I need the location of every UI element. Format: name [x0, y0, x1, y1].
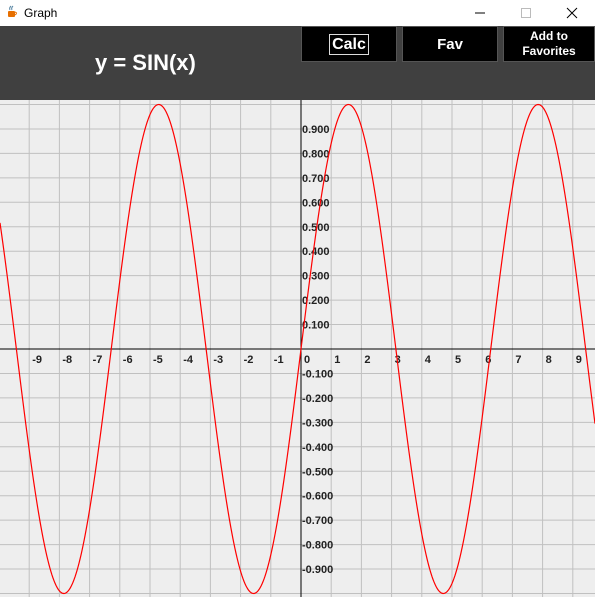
close-button[interactable]	[549, 0, 595, 26]
minimize-icon	[475, 12, 485, 14]
window-title: Graph	[24, 6, 58, 20]
y-tick-label: -0.800	[302, 540, 333, 552]
title-bar: Graph	[0, 0, 595, 26]
x-tick-label: -2	[244, 354, 254, 366]
y-tick-label: 0.600	[302, 197, 330, 209]
y-tick-label: -0.400	[302, 442, 333, 454]
add-to-favorites-button[interactable]: Add to Favorites	[503, 26, 595, 62]
x-tick-label: -9	[32, 354, 42, 366]
fav-button-label: Fav	[437, 35, 463, 53]
y-tick-label: -0.600	[302, 491, 333, 503]
java-cup-icon	[8, 5, 17, 17]
x-tick-label: -5	[153, 354, 163, 366]
x-tick-label: 4	[425, 354, 432, 366]
fav-button[interactable]: Fav	[402, 26, 498, 62]
y-tick-label: -0.700	[302, 515, 333, 527]
x-tick-label: -3	[213, 354, 223, 366]
y-tick-label: 0.800	[302, 148, 330, 160]
x-tick-label: -4	[183, 354, 194, 366]
x-tick-label: 8	[546, 354, 552, 366]
x-tick-label: -6	[123, 354, 133, 366]
y-tick-label: -0.300	[302, 417, 333, 429]
minimize-button[interactable]	[457, 0, 503, 26]
y-tick-label: -0.900	[302, 564, 333, 576]
y-tick-label: 0.100	[302, 320, 330, 332]
x-tick-label: 1	[334, 354, 340, 366]
y-tick-label: -0.100	[302, 368, 333, 380]
add-favorites-label-line2: Favorites	[522, 44, 576, 58]
y-tick-label: 0.400	[302, 246, 330, 258]
y-tick-label: -0.500	[302, 466, 333, 478]
x-tick-label: 5	[455, 354, 461, 366]
maximize-icon	[521, 8, 531, 18]
close-icon	[566, 7, 578, 19]
x-tick-label: -8	[62, 354, 72, 366]
x-tick-label: 9	[576, 354, 582, 366]
calc-button-label: Calc	[329, 33, 369, 55]
graph-area: -9 -8 -7 -6 -5 -4 -3 -2 -1 0 1 2 3 4 5 6 7 8 9 0.900 0.800 0…	[0, 100, 595, 597]
add-favorites-label-line1: Add to	[529, 29, 568, 43]
y-tick-label: 0.300	[302, 271, 330, 283]
x-tick-label: -7	[93, 354, 103, 366]
x-tick-label: 0	[304, 354, 310, 366]
y-tick-label: -0.200	[302, 393, 333, 405]
y-tick-label: 0.900	[302, 124, 330, 136]
x-tick-label: -1	[274, 354, 284, 366]
calc-button[interactable]: Calc	[301, 26, 397, 62]
x-tick-label: 2	[364, 354, 370, 366]
x-tick-label: 7	[515, 354, 521, 366]
function-formula: y = SIN(x)	[95, 50, 196, 75]
maximize-button[interactable]	[503, 0, 549, 26]
sine-graph: -9 -8 -7 -6 -5 -4 -3 -2 -1 0 1 2 3 4 5 6 7 8 9 0.9000.8000…	[0, 100, 595, 597]
